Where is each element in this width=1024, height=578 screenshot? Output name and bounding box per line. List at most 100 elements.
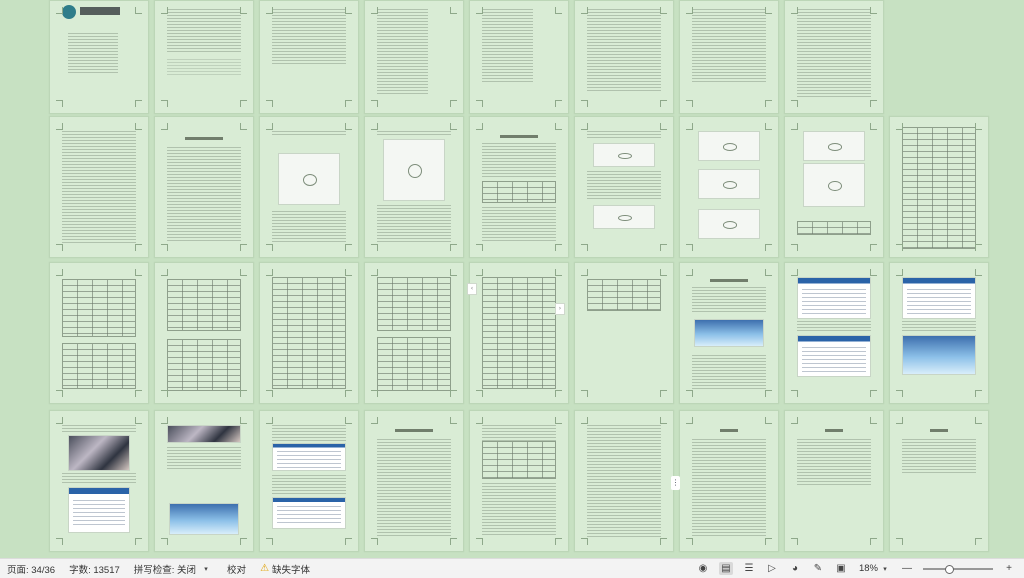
page-thumbnail[interactable] [259, 0, 359, 114]
status-bar: 页面: 34/36 字数: 13517 拼写检查: 关闭 ▾ 校对 ⚠ 缺失字体… [0, 558, 1024, 578]
page-thumbnail[interactable] [364, 262, 464, 404]
missing-fonts-button[interactable]: ⚠ 缺失字体 [253, 562, 317, 576]
page-thumbnail[interactable] [679, 116, 779, 258]
page-thumbnail[interactable] [259, 116, 359, 258]
page-thumbnail[interactable] [574, 0, 674, 114]
page-thumbnail[interactable] [49, 410, 149, 552]
crop-mark [660, 244, 667, 251]
page-thumbnail[interactable] [784, 116, 884, 258]
page-thumbnail[interactable] [469, 262, 569, 404]
page-split-handle[interactable]: › [555, 303, 565, 315]
crop-mark [56, 538, 63, 545]
crop-mark [791, 100, 798, 107]
crop-mark [765, 390, 772, 397]
crop-mark [870, 269, 877, 276]
crop-mark [161, 390, 168, 397]
zoom-slider-thumb[interactable] [945, 564, 954, 574]
crop-mark [555, 417, 562, 424]
page-thumbnail[interactable] [679, 262, 779, 404]
crop-mark [135, 538, 142, 545]
outline-icon[interactable]: ☰ [742, 562, 756, 575]
page-thumbnail[interactable] [784, 410, 884, 552]
crop-mark [555, 269, 562, 276]
page-split-handle[interactable]: ‹ [467, 283, 477, 295]
page-thumbnail[interactable] [679, 410, 779, 552]
page-thumbnail[interactable] [574, 410, 674, 552]
page-thumbnail[interactable] [259, 410, 359, 552]
proofread-button[interactable]: 校对 [220, 562, 253, 576]
page-thumbnail[interactable] [469, 116, 569, 258]
page-indicator[interactable]: 页面: 34/36 [0, 562, 62, 576]
page-thumbnail[interactable] [259, 262, 359, 404]
crop-mark [450, 7, 457, 14]
crop-mark [581, 417, 588, 424]
crop-mark [660, 123, 667, 130]
crop-mark [161, 538, 168, 545]
zoom-in-button[interactable]: + [1002, 562, 1016, 575]
crop-mark [581, 244, 588, 251]
page-thumbnail[interactable] [364, 410, 464, 552]
crop-mark [345, 390, 352, 397]
zoom-slider[interactable] [923, 564, 993, 574]
page-thumbnail[interactable] [574, 116, 674, 258]
crop-mark [791, 7, 798, 14]
page-thumbnail[interactable] [154, 116, 254, 258]
crop-mark [765, 100, 772, 107]
eye-icon[interactable]: ◉ [696, 562, 710, 575]
page-thumbnail[interactable] [469, 410, 569, 552]
crop-mark [686, 123, 693, 130]
page-thumbnail[interactable] [154, 0, 254, 114]
page-thumbnail[interactable] [154, 262, 254, 404]
page-view-icon[interactable]: ▤ [718, 562, 733, 575]
page-thumbnail[interactable] [49, 262, 149, 404]
crop-mark [555, 538, 562, 545]
page-thumbnail[interactable] [469, 0, 569, 114]
document-canvas[interactable]: ‹ › ⋮ [0, 0, 1024, 558]
crop-mark [765, 269, 772, 276]
crop-mark [371, 538, 378, 545]
zoom-level[interactable]: 18% ▾ [857, 562, 891, 575]
crop-mark [896, 123, 903, 130]
crop-mark [975, 244, 982, 251]
crop-mark [765, 7, 772, 14]
crop-mark [240, 7, 247, 14]
zoom-out-button[interactable]: — [900, 562, 914, 575]
page-thumbnail[interactable] [784, 0, 884, 114]
page-thumbnail[interactable] [154, 410, 254, 552]
play-icon[interactable]: ▷ [765, 562, 779, 575]
globe-icon[interactable]: ◕ [788, 562, 802, 575]
page-thumbnail[interactable] [889, 262, 989, 404]
crop-mark [161, 7, 168, 14]
pen-icon[interactable]: ✎ [811, 562, 825, 575]
fit-page-icon[interactable]: ▣ [834, 562, 848, 575]
page-thumbnail[interactable] [364, 0, 464, 114]
page-thumbnail[interactable] [679, 0, 779, 114]
crop-mark [450, 390, 457, 397]
page-thumbnail[interactable] [784, 262, 884, 404]
page-thumbnail[interactable] [364, 116, 464, 258]
crop-mark [765, 417, 772, 424]
crop-mark [476, 244, 483, 251]
page-thumbnail[interactable] [574, 262, 674, 404]
crop-mark [555, 244, 562, 251]
crop-mark [581, 123, 588, 130]
crop-mark [975, 417, 982, 424]
crop-mark [555, 123, 562, 130]
crop-mark [450, 123, 457, 130]
page-thumbnail[interactable] [889, 410, 989, 552]
crop-mark [135, 244, 142, 251]
page-thumbnail[interactable] [49, 116, 149, 258]
spellcheck-toggle[interactable]: 拼写检查: 关闭 ▾ [127, 562, 220, 576]
page-thumbnail[interactable] [49, 0, 149, 114]
crop-mark [371, 100, 378, 107]
crop-mark [450, 417, 457, 424]
crop-mark [135, 269, 142, 276]
crop-mark [371, 417, 378, 424]
page-thumbnail[interactable] [889, 116, 989, 258]
crop-mark [240, 417, 247, 424]
crop-mark [266, 538, 273, 545]
crop-mark [240, 390, 247, 397]
crop-mark [581, 7, 588, 14]
word-count[interactable]: 字数: 13517 [62, 562, 127, 576]
drag-handle-icon[interactable]: ⋮ [671, 476, 680, 490]
